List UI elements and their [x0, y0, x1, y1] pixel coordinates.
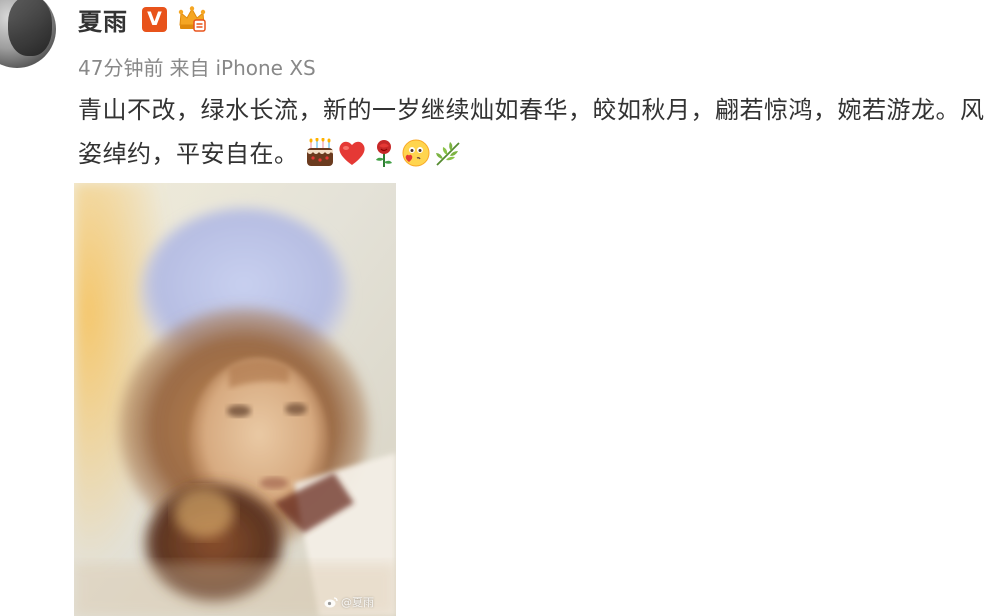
- leaf-icon: [435, 142, 460, 166]
- watermark-text: @夏雨: [341, 596, 374, 609]
- post-text: 青山不改，绿水长流，新的一岁继续灿如春华，皎如秋月，翩若惊鸿，婉若游龙。风姿绰约…: [78, 96, 985, 168]
- photo-watermark: @夏雨: [324, 594, 374, 610]
- source-prefix: 来自: [169, 56, 210, 80]
- username-link[interactable]: 夏雨: [78, 2, 128, 37]
- avatar[interactable]: [0, 0, 56, 68]
- post-time[interactable]: 47分钟前: [78, 56, 163, 80]
- rose-icon: [375, 140, 392, 167]
- heart-icon: [338, 141, 365, 165]
- kiss-face-icon: [402, 139, 429, 167]
- verified-badge-icon[interactable]: V: [142, 6, 167, 32]
- weibo-logo-icon: [324, 596, 338, 608]
- crown-icon[interactable]: [177, 5, 207, 33]
- post-meta: 47分钟前 来自 iPhone XS: [78, 52, 316, 81]
- post-header: 夏雨 V: [78, 2, 207, 36]
- cake-icon: [306, 138, 333, 166]
- emoji-row: [305, 138, 463, 168]
- post-photo[interactable]: @夏雨: [74, 183, 396, 616]
- post-content: 青山不改，绿水长流，新的一岁继续灿如春华，皎如秋月，翩若惊鸿，婉若游龙。风姿绰约…: [78, 88, 1000, 176]
- avatar-figure: [8, 0, 52, 56]
- post-source[interactable]: iPhone XS: [215, 56, 315, 80]
